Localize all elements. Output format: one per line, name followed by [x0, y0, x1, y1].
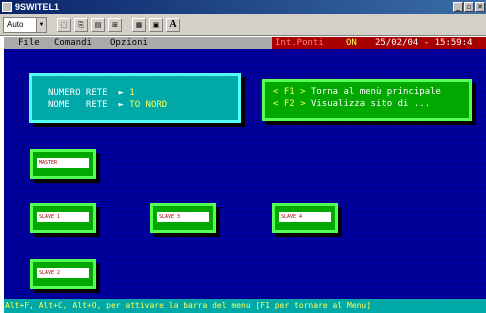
- menu-comandi[interactable]: Comandi: [54, 37, 92, 49]
- function-keys-box: < F1 > Torna al menù principale < F2 > V…: [262, 79, 472, 121]
- f1-row[interactable]: < F1 > Torna al menù principale: [273, 87, 441, 97]
- status-flag: ON: [346, 38, 357, 48]
- status-area: Int.Ponti ON 25/02/04 - 15:59:4: [272, 37, 486, 49]
- console-toolbar: Auto ▼ ⬚ ⎘ ▤ ⊞ ▦ ▣ A: [0, 14, 486, 36]
- f2-row[interactable]: < F2 > Visualizza sito di ...: [273, 99, 430, 109]
- network-info-box: NUMERO RETE ► 1 NOME RETE ► TO NORD: [29, 73, 241, 123]
- maximize-button[interactable]: ▫: [464, 2, 474, 12]
- f1-key: < F1 >: [273, 87, 306, 97]
- help-status-bar: Alt+F, Alt+C, Alt+O, per attivare la bar…: [4, 299, 486, 313]
- minimize-button[interactable]: _: [453, 2, 463, 12]
- close-button[interactable]: ✕: [475, 2, 485, 12]
- node-slave-3-label: SLAVE 3: [157, 212, 209, 222]
- node-master-label: MASTER: [37, 158, 89, 168]
- f1-text: Torna al menù principale: [310, 87, 441, 97]
- status-label: Int.Ponti: [275, 38, 324, 48]
- numero-rete-row: NUMERO RETE ► 1: [48, 88, 135, 98]
- menu-bar: File Comandi Opzioni Int.Ponti ON 25/02/…: [4, 37, 486, 49]
- numero-rete-label: NUMERO RETE ►: [48, 88, 124, 98]
- background-icon[interactable]: ▣: [149, 17, 163, 32]
- mark-icon[interactable]: ⬚: [57, 17, 71, 32]
- node-slave-1[interactable]: SLAVE 1: [30, 203, 96, 233]
- dos-screen: File Comandi Opzioni Int.Ponti ON 25/02/…: [4, 37, 486, 313]
- node-slave-4[interactable]: SLAVE 4: [272, 203, 338, 233]
- nome-rete-row: NOME RETE ► TO NORD: [48, 100, 167, 110]
- menu-file[interactable]: File: [18, 37, 40, 49]
- datetime: 25/02/04 - 15:59:4: [375, 38, 473, 48]
- node-slave-4-label: SLAVE 4: [279, 212, 331, 222]
- node-slave-1-label: SLAVE 1: [37, 212, 89, 222]
- properties-icon[interactable]: ▦: [132, 17, 146, 32]
- copy-icon[interactable]: ⎘: [74, 17, 88, 32]
- node-slave-2[interactable]: SLAVE 2: [30, 259, 96, 289]
- node-slave-3[interactable]: SLAVE 3: [150, 203, 216, 233]
- f2-key: < F2 >: [273, 99, 306, 109]
- fullscreen-icon[interactable]: ⊞: [108, 17, 122, 32]
- app-icon: [2, 2, 12, 12]
- f2-text: Visualizza sito di ...: [310, 99, 431, 109]
- node-master[interactable]: MASTER: [30, 149, 96, 179]
- window-titlebar: 9SWITEL1 _ ▫ ✕: [0, 0, 486, 14]
- numero-rete-value: 1: [129, 88, 135, 98]
- nome-rete-value: TO NORD: [129, 100, 168, 110]
- menu-opzioni[interactable]: Opzioni: [110, 37, 148, 49]
- node-slave-2-label: SLAVE 2: [37, 268, 89, 278]
- window-title: 9SWITEL1: [15, 2, 60, 12]
- font-button[interactable]: A: [166, 17, 180, 32]
- font-size-value: Auto: [7, 20, 24, 29]
- chevron-down-icon[interactable]: ▼: [36, 17, 46, 32]
- font-size-select[interactable]: Auto ▼: [3, 16, 47, 33]
- paste-icon[interactable]: ▤: [91, 17, 105, 32]
- nome-rete-label: NOME RETE ►: [48, 100, 124, 110]
